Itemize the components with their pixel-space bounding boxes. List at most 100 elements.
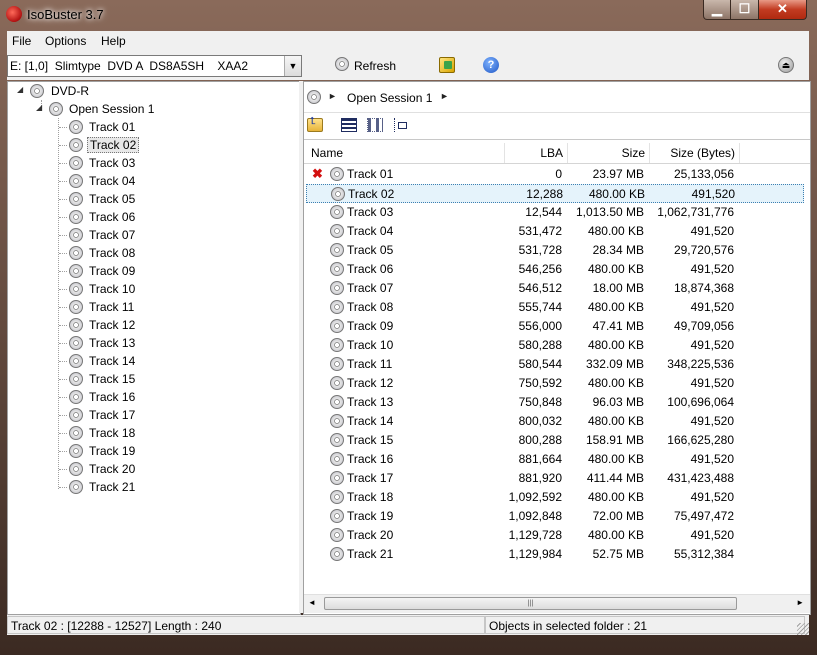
cell-name: Track 21 <box>347 547 394 561</box>
tree-item-track[interactable]: Track 12 <box>8 316 298 334</box>
cell-size: 332.09 MB <box>585 357 644 371</box>
details-view-icon[interactable] <box>341 118 357 132</box>
cell-size-bytes: 166,625,280 <box>667 433 734 447</box>
horizontal-scrollbar[interactable]: ◄ ||| ► <box>304 594 810 613</box>
table-row[interactable]: Track 03 12,544 1,013.50 MB 1,062,731,776 <box>306 203 804 222</box>
resize-grip[interactable] <box>797 623 809 635</box>
path-arrow-icon[interactable]: ► <box>440 91 449 101</box>
tree-item-track[interactable]: Track 19 <box>8 442 298 460</box>
tree-item-track[interactable]: Track 20 <box>8 460 298 478</box>
column-size[interactable]: Size <box>568 143 650 163</box>
tree-item-track[interactable]: Track 16 <box>8 388 298 406</box>
table-row[interactable]: Track 05 531,728 28.34 MB 29,720,576 <box>306 241 804 260</box>
tree-item-track[interactable]: Track 08 <box>8 244 298 262</box>
cell-size: 480.00 KB <box>587 376 644 390</box>
cell-size-bytes: 431,423,488 <box>667 471 734 485</box>
close-button[interactable]: ✕ <box>758 0 807 20</box>
cell-name: Track 08 <box>347 300 394 314</box>
tree-label: Track 18 <box>89 426 136 440</box>
table-row[interactable]: Track 07 546,512 18.00 MB 18,874,368 <box>306 279 804 298</box>
table-row[interactable]: Track 06 546,256 480.00 KB 491,520 <box>306 260 804 279</box>
cell-name: Track 05 <box>347 243 394 257</box>
tree-item-track[interactable]: Track 14 <box>8 352 298 370</box>
tree-label: Track 20 <box>89 462 136 476</box>
tree-item-track[interactable]: Track 06 <box>8 208 298 226</box>
column-name[interactable]: Name <box>304 143 505 163</box>
table-row[interactable]: Track 02 12,288 480.00 KB 491,520 <box>306 184 804 203</box>
tree-item-track[interactable]: Track 18 <box>8 424 298 442</box>
title-bar[interactable]: IsoBuster 3.7 ▁ ☐ ✕ <box>0 0 817 30</box>
cell-name: Track 11 <box>347 357 393 371</box>
table-row[interactable]: ✖ Track 01 0 23.97 MB 25,133,056 <box>306 165 804 184</box>
menu-options[interactable]: Options <box>45 34 86 48</box>
tree-item-track[interactable]: Track 11 <box>8 298 298 316</box>
tree-item-track[interactable]: Track 03 <box>8 154 298 172</box>
collapse-icon[interactable]: ◢ <box>17 86 25 94</box>
tree-item-track[interactable]: Track 15 <box>8 370 298 388</box>
table-row[interactable]: Track 14 800,032 480.00 KB 491,520 <box>306 412 804 431</box>
table-row[interactable]: Track 19 1,092,848 72.00 MB 75,497,472 <box>306 507 804 526</box>
disc-icon[interactable] <box>307 90 321 104</box>
table-row[interactable]: Track 18 1,092,592 480.00 KB 491,520 <box>306 488 804 507</box>
tree-item-track[interactable]: Track 01 <box>8 118 298 136</box>
cell-lba: 555,744 <box>518 300 562 314</box>
tree-item-track[interactable]: Track 05 <box>8 190 298 208</box>
column-lba[interactable]: LBA <box>505 143 568 163</box>
cell-lba: 881,920 <box>518 471 562 485</box>
cell-name: Track 02 <box>348 187 395 201</box>
tree-item-track[interactable]: Track 09 <box>8 262 298 280</box>
tree-label: Track 07 <box>89 228 136 242</box>
menu-file[interactable]: File <box>12 34 31 48</box>
tree-item-track[interactable]: Track 13 <box>8 334 298 352</box>
table-row[interactable]: Track 09 556,000 47.41 MB 49,709,056 <box>306 317 804 336</box>
cell-size: 47.41 MB <box>592 319 644 333</box>
collapse-icon[interactable]: ◢ <box>36 104 44 112</box>
table-row[interactable]: Track 11 580,544 332.09 MB 348,225,536 <box>306 355 804 374</box>
cell-lba: 546,512 <box>518 281 562 295</box>
tree-item-track[interactable]: Track 07 <box>8 226 298 244</box>
tree-item-track[interactable]: Track 21 <box>8 478 298 496</box>
maximize-button[interactable]: ☐ <box>730 0 759 20</box>
table-row[interactable]: Track 10 580,288 480.00 KB 491,520 <box>306 336 804 355</box>
tree-item-track[interactable]: Track 02 <box>8 136 298 154</box>
status-object-count: Objects in selected folder : 21 <box>485 616 805 634</box>
chevron-down-icon[interactable]: ▼ <box>284 56 301 76</box>
table-row[interactable]: Track 13 750,848 96.03 MB 100,696,064 <box>306 393 804 412</box>
table-row[interactable]: Track 12 750,592 480.00 KB 491,520 <box>306 374 804 393</box>
tree-item-track[interactable]: Track 04 <box>8 172 298 190</box>
tree-item-session[interactable]: ◢ Open Session 1 <box>8 100 298 118</box>
help-icon[interactable]: ? <box>483 57 499 73</box>
cell-size: 480.00 KB <box>587 262 644 276</box>
eject-icon[interactable]: ⏏ <box>778 57 794 73</box>
cell-name: Track 15 <box>347 433 394 447</box>
cell-name: Track 06 <box>347 262 394 276</box>
list-view-icon[interactable] <box>367 118 383 132</box>
folder-tree[interactable]: ◢ DVD-R ◢ Open Session 1 Track 01 Track 02 Tra… <box>7 81 301 615</box>
tree-item-track[interactable]: Track 10 <box>8 280 298 298</box>
menu-help[interactable]: Help <box>101 34 126 48</box>
table-row[interactable]: Track 08 555,744 480.00 KB 491,520 <box>306 298 804 317</box>
cell-size-bytes: 491,520 <box>690 528 734 542</box>
up-folder-icon[interactable] <box>307 116 323 132</box>
cell-name: Track 18 <box>347 490 394 504</box>
track-icon <box>330 471 344 485</box>
scroll-left-icon[interactable]: ◄ <box>308 598 316 607</box>
scrollbar-thumb[interactable]: ||| <box>324 597 737 610</box>
table-row[interactable]: Track 15 800,288 158.91 MB 166,625,280 <box>306 431 804 450</box>
column-size-bytes[interactable]: Size (Bytes) <box>650 143 740 163</box>
tree-view-icon[interactable] <box>394 118 410 132</box>
path-segment[interactable]: Open Session 1 <box>347 91 432 105</box>
extract-icon[interactable] <box>439 57 455 73</box>
table-row[interactable]: Track 04 531,472 480.00 KB 491,520 <box>306 222 804 241</box>
table-row[interactable]: Track 20 1,129,728 480.00 KB 491,520 <box>306 526 804 545</box>
path-arrow-icon[interactable]: ► <box>328 91 337 101</box>
table-row[interactable]: Track 17 881,920 411.44 MB 431,423,488 <box>306 469 804 488</box>
tree-item-track[interactable]: Track 17 <box>8 406 298 424</box>
scroll-right-icon[interactable]: ► <box>796 598 804 607</box>
drive-select[interactable]: E: [1,0] Slimtype DVD A DS8A5SH XAA2 ▼ <box>7 55 302 77</box>
window-title: IsoBuster 3.7 <box>27 7 104 22</box>
tree-item-dvd-r[interactable]: ◢ DVD-R <box>8 82 298 100</box>
minimize-button[interactable]: ▁ <box>703 0 731 20</box>
table-row[interactable]: Track 16 881,664 480.00 KB 491,520 <box>306 450 804 469</box>
table-row[interactable]: Track 21 1,129,984 52.75 MB 55,312,384 <box>306 545 804 564</box>
